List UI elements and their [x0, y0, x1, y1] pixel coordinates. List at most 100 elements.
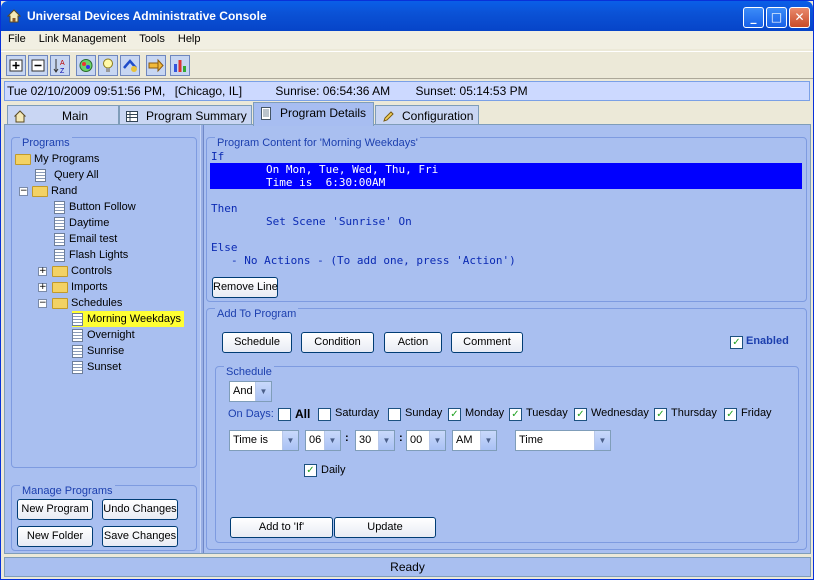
new-program-button[interactable]: New Program	[17, 499, 93, 520]
enabled-checkbox[interactable]: ✓	[730, 336, 743, 349]
tree-item-sunrise[interactable]: Sunrise	[72, 343, 124, 359]
time-mode-select[interactable]: Time is ▼	[229, 430, 299, 451]
menu-file[interactable]: File	[1, 31, 32, 45]
toolbar: AZ	[1, 51, 813, 79]
tree-item-flash-lights[interactable]: Flash Lights	[54, 247, 128, 263]
tree-item-imports[interactable]: Imports	[52, 279, 108, 295]
tree-collapse-toggle[interactable]: −	[38, 299, 47, 308]
remove-line-button[interactable]: Remove Line	[212, 277, 278, 298]
tree-item-sunset[interactable]: Sunset	[72, 359, 121, 375]
tree-item-schedules[interactable]: Schedules	[52, 295, 122, 311]
time-separator: :	[399, 432, 403, 444]
update-button[interactable]: Update	[334, 517, 436, 538]
add-to-if-button[interactable]: Add to 'If'	[230, 517, 333, 538]
tree-expand-toggle[interactable]: +	[38, 283, 47, 292]
all-days-checkbox[interactable]	[278, 408, 291, 421]
collapse-all-icon[interactable]	[28, 55, 48, 76]
save-changes-button[interactable]: Save Changes	[102, 526, 178, 547]
enabled-label: Enabled	[746, 335, 789, 347]
sunset-text: Sunset: 05:14:53 PM	[415, 84, 528, 98]
day-checkbox-wednesday[interactable]: ✓	[574, 408, 587, 421]
then-action-line[interactable]: Set Scene 'Sunrise' On	[266, 215, 412, 228]
tree-item-button-follow[interactable]: Button Follow	[54, 199, 136, 215]
sort-az-icon[interactable]: AZ	[50, 55, 70, 76]
tree-item-daytime[interactable]: Daytime	[54, 215, 109, 231]
minute-select[interactable]: 30 ▼	[355, 430, 395, 451]
second-select[interactable]: 00 ▼	[406, 430, 446, 451]
logic-select[interactable]: And ▼	[229, 381, 272, 402]
tree-item-morning-weekdays[interactable]: Morning Weekdays	[72, 311, 184, 327]
program-icon	[54, 248, 65, 262]
else-action-line[interactable]: - No Actions - (To add one, press 'Actio…	[231, 254, 516, 267]
day-checkbox-thursday[interactable]: ✓	[654, 408, 667, 421]
tree-item-controls[interactable]: Controls	[52, 263, 112, 279]
tree-item-email-test[interactable]: Email test	[54, 231, 117, 247]
add-to-program-label: Add To Program	[215, 308, 299, 320]
program-icon	[72, 328, 83, 342]
maximize-button[interactable]: □	[766, 7, 787, 28]
chevron-down-icon: ▼	[378, 431, 394, 450]
status-bar: Ready	[4, 557, 811, 577]
hour-select[interactable]: 06 ▼	[305, 430, 341, 451]
day-label-monday: Monday	[465, 407, 505, 419]
if-keyword: If	[211, 150, 225, 163]
bulb-icon[interactable]	[98, 55, 118, 76]
program-running-icon	[72, 312, 83, 326]
else-keyword: Else	[211, 241, 238, 254]
expand-all-icon[interactable]	[6, 55, 26, 76]
close-button[interactable]: ✕	[789, 7, 810, 28]
tree-item-query-all[interactable]: Query All	[35, 167, 99, 183]
menu-link-management[interactable]: Link Management	[32, 31, 132, 45]
daily-checkbox[interactable]: ✓	[304, 464, 317, 477]
programs-group-label: Programs	[20, 137, 72, 149]
day-checkbox-friday[interactable]: ✓	[724, 408, 737, 421]
tab-configuration-label: Configuration	[402, 109, 474, 123]
title-bar[interactable]: Universal Devices Administrative Console…	[1, 1, 813, 31]
link-icon[interactable]	[120, 55, 140, 76]
arrow-icon[interactable]	[146, 55, 166, 76]
menu-tools[interactable]: Tools	[132, 31, 171, 45]
menu-help[interactable]: Help	[171, 31, 207, 45]
time-type-select[interactable]: Time ▼	[515, 430, 611, 451]
day-checkbox-monday[interactable]: ✓	[448, 408, 461, 421]
network-icon[interactable]	[76, 55, 96, 76]
tab-program-summary-label: Program Summary	[146, 109, 247, 123]
minimize-button[interactable]: _	[743, 7, 764, 28]
day-checkbox-saturday[interactable]	[318, 408, 331, 421]
tab-program-summary[interactable]: Program Summary	[119, 105, 252, 125]
comment-button[interactable]: Comment	[451, 332, 523, 353]
home-icon	[7, 9, 21, 23]
tree-item-overnight[interactable]: Overnight	[72, 327, 135, 343]
tree-item-my-programs[interactable]: My Programs	[15, 151, 99, 167]
tab-program-details[interactable]: Program Details	[253, 102, 374, 126]
table-icon	[126, 111, 138, 122]
chevron-down-icon: ▼	[255, 382, 271, 401]
day-label-saturday: Saturday	[335, 407, 380, 419]
condition-line-1: On Mon, Tue, Wed, Thu, Fri	[266, 163, 439, 176]
tree-collapse-toggle[interactable]: −	[19, 187, 28, 196]
action-button[interactable]: Action	[384, 332, 442, 353]
undo-changes-button[interactable]: Undo Changes	[102, 499, 178, 520]
condition-highlight[interactable]: On Mon, Tue, Wed, Thu, Fri Time is 6:30:…	[210, 163, 802, 189]
new-folder-button[interactable]: New Folder	[17, 526, 93, 547]
day-checkbox-sunday[interactable]	[388, 408, 401, 421]
chart-icon[interactable]	[170, 55, 190, 76]
day-checkbox-tuesday[interactable]: ✓	[509, 408, 522, 421]
svg-text:Z: Z	[60, 68, 65, 75]
splitter[interactable]	[200, 125, 204, 553]
schedule-button[interactable]: Schedule	[222, 332, 292, 353]
folder-icon	[52, 265, 68, 277]
day-label-sunday: Sunday	[405, 407, 443, 419]
chevron-down-icon: ▼	[429, 431, 445, 450]
tree-item-rand[interactable]: Rand	[32, 183, 77, 199]
program-icon	[54, 216, 65, 230]
tab-main[interactable]: Main	[7, 105, 119, 125]
program-icon	[35, 168, 46, 182]
tab-bar: Main Program Summary Program Details Con…	[5, 102, 811, 126]
program-icon	[72, 360, 83, 374]
condition-button[interactable]: Condition	[301, 332, 374, 353]
tab-configuration[interactable]: Configuration	[375, 105, 479, 125]
ampm-select[interactable]: AM ▼	[452, 430, 497, 451]
status-line: Tue 02/10/2009 09:51:56 PM, [Chicago, IL…	[4, 81, 810, 101]
tree-expand-toggle[interactable]: +	[38, 267, 47, 276]
